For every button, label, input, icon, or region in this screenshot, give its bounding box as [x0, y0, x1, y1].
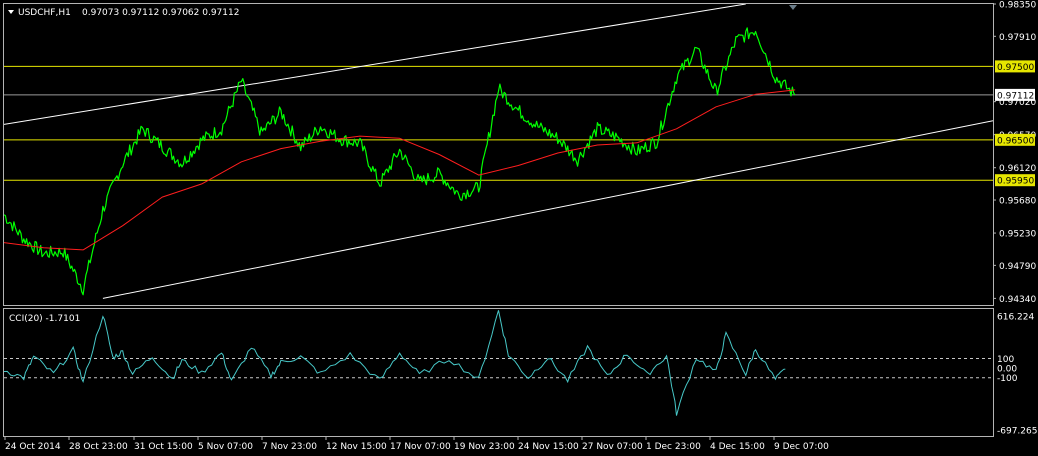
x-tick-label: 27 Nov 07:00	[582, 442, 643, 452]
y-tick-label: 0.94340	[999, 295, 1036, 305]
y-tick-label: 0.98350	[999, 1, 1036, 11]
channel-line-lower[interactable]	[102, 120, 993, 299]
ohlc-values: 0.97073 0.97112 0.97062 0.97112	[82, 8, 239, 18]
x-tick-label: 28 Oct 23:00	[69, 442, 128, 452]
y-tick-label: 0.96120	[999, 164, 1036, 174]
price-line	[4, 27, 796, 296]
x-tick-label: 19 Nov 23:00	[454, 442, 515, 452]
level-label: 0.96500	[997, 136, 1034, 146]
x-tick-label: 9 Dec 07:00	[774, 442, 829, 452]
level-label: 0.95950	[997, 177, 1034, 187]
price-chart: 0.983500.979100.970200.965700.961200.956…	[3, 1, 1038, 452]
cci-y-tick-label: -100	[997, 374, 1018, 384]
triangle-down-icon[interactable]	[8, 10, 14, 14]
cci-line	[4, 310, 786, 416]
x-tick-label: 24 Nov 15:00	[518, 442, 579, 452]
cci-y-tick-label: 100	[997, 355, 1014, 365]
x-tick-label: 31 Oct 15:00	[134, 442, 193, 452]
x-tick-label: 1 Dec 23:00	[646, 442, 701, 452]
main-plot-area	[4, 4, 993, 299]
level-label: 0.97500	[997, 63, 1034, 73]
y-tick-label: 0.95680	[999, 197, 1036, 207]
cci-y-tick-label: 0.00	[997, 365, 1017, 375]
channel-line-upper[interactable]	[4, 4, 746, 125]
y-tick-label: 0.94790	[999, 262, 1036, 272]
cci-y-tick-label: -697.2659	[997, 427, 1038, 437]
y-tick-label: 0.95230	[999, 230, 1036, 240]
indicator-plot-area	[4, 310, 993, 416]
x-tick-label: 5 Nov 07:00	[198, 442, 253, 452]
cci-y-tick-label: 616.224	[997, 313, 1034, 323]
y-tick-label: 0.97910	[999, 33, 1036, 43]
indicator-title: CCI(20) -1.7101	[9, 314, 80, 324]
chart-frame	[3, 3, 994, 437]
x-tick-label: 4 Dec 15:00	[710, 442, 765, 452]
x-tick-label: 24 Oct 2014	[5, 442, 61, 452]
current-price-label: 0.97112	[997, 91, 1034, 101]
main-panel-border	[3, 3, 994, 306]
x-tick-label: 12 Nov 15:00	[326, 442, 387, 452]
axis-labels: 0.983500.979100.970200.965700.961200.956…	[4, 1, 1038, 452]
x-tick-label: 17 Nov 07:00	[390, 442, 451, 452]
x-tick-label: 7 Nov 23:00	[262, 442, 317, 452]
chart-header: USDCHF,H1 0.97073 0.97112 0.97062 0.9711…	[8, 5, 797, 324]
chart-shift-marker-icon[interactable]	[789, 5, 797, 10]
chart-title: USDCHF,H1	[18, 8, 71, 18]
indicator-panel-border	[3, 308, 994, 437]
moving-average-line	[4, 89, 796, 251]
